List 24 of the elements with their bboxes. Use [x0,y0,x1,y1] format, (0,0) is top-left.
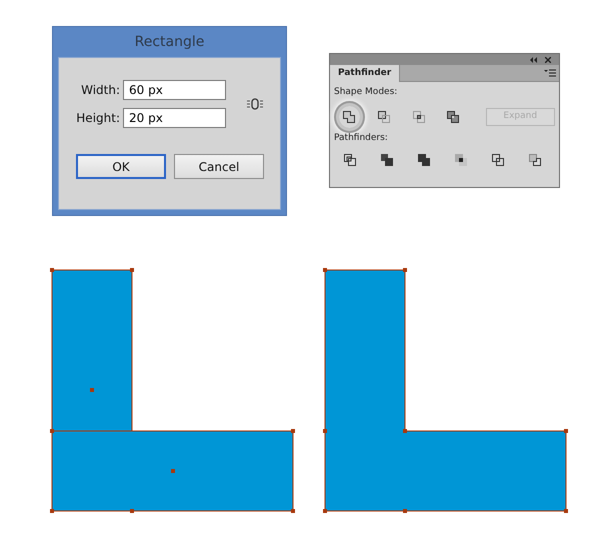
close-icon [545,56,551,62]
overlapping-squares-icon [454,153,468,167]
section-label: Shape Modes: [334,86,398,99]
overlapping-squares-icon [417,153,431,167]
input-field[interactable]: 20 px [123,108,226,128]
dialog-button[interactable]: Cancel [174,154,264,179]
section-label: Pathfinders: [334,132,389,144]
overlapping-squares-icon [446,110,460,124]
panel-tab[interactable]: Pathfinder [330,64,400,82]
overlapping-squares-icon [376,110,391,124]
input-field[interactable]: 60 px [123,80,226,100]
overlapping-squares-icon [528,153,542,167]
overlapping-squares-icon [342,110,356,124]
collapse-icon [530,56,537,62]
menu-icon [544,69,556,77]
overlapping-squares-icon [491,153,505,167]
overlapping-squares-icon [412,110,426,124]
dialog-button[interactable]: OK [76,154,166,179]
dialog-title: Rectangle [134,33,206,52]
overlapping-squares-icon [343,153,357,167]
link-icon [246,97,264,111]
field-label: Width: [80,82,121,99]
overlapping-squares-icon [380,153,394,167]
field-label: Height: [75,110,121,127]
